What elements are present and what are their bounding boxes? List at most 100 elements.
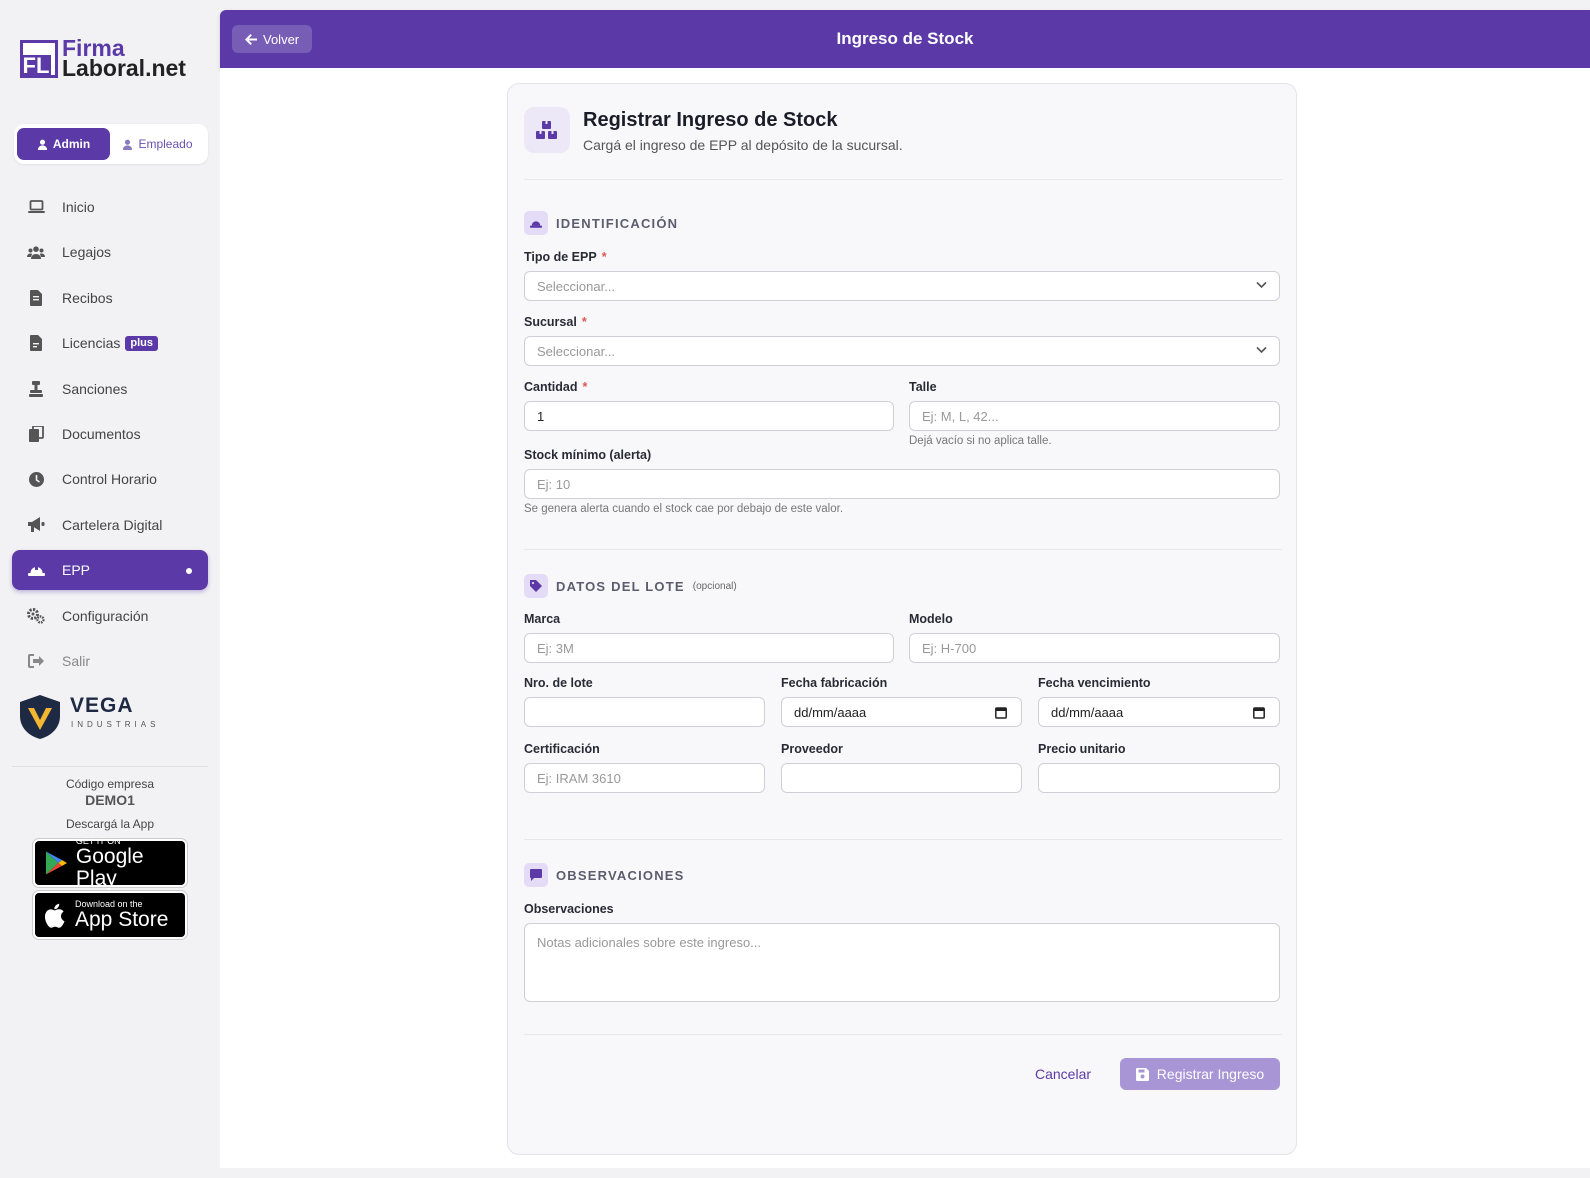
section-lote-header: DATOS DEL LOTE (opcional)	[524, 574, 737, 598]
nro-lote-input[interactable]	[524, 697, 765, 727]
observaciones-label: Observaciones	[524, 902, 614, 916]
logo-mark: FL	[20, 40, 58, 78]
talle-label: Talle	[909, 380, 937, 394]
proveedor-input[interactable]	[781, 763, 1022, 793]
stock-minimo-help: Se genera alerta cuando el stock cae por…	[524, 503, 844, 515]
sidebar-item-label: Configuración	[62, 607, 149, 624]
precio-unitario-label: Precio unitario	[1038, 742, 1126, 756]
sucursal-value: Seleccionar...	[537, 343, 616, 359]
company-logo-name: VEGA	[70, 694, 134, 717]
fecha-vencimiento-label: Fecha vencimiento	[1038, 676, 1151, 690]
app-store-badge[interactable]: Download on the App Store	[32, 890, 188, 940]
sidebar-item-label: EPP	[62, 562, 91, 579]
company-code: DEMO1	[85, 792, 135, 808]
user-icon	[37, 139, 47, 150]
certificacion-input[interactable]: Ej: IRAM 3610	[524, 763, 765, 793]
required-mark: *	[601, 250, 607, 264]
sidebar-divider	[12, 766, 208, 767]
sidebar-item-control-horario[interactable]: Control Horario	[12, 459, 208, 499]
sidebar-item-salir[interactable]: Salir	[12, 641, 208, 681]
stock-minimo-input[interactable]: Ej: 10	[524, 469, 1280, 499]
clock-icon	[27, 470, 45, 488]
logo-text-laboral: Laboral.net	[62, 55, 186, 81]
receipt-icon	[27, 289, 45, 307]
sidebar-item-label: Licencias	[62, 335, 121, 352]
gears-icon	[27, 607, 45, 625]
laptop-icon	[27, 198, 45, 216]
role-toggle: Admin Empleado	[14, 124, 208, 164]
section-observaciones-header: OBSERVACIONES	[524, 863, 685, 887]
sidebar-item-label: Documentos	[62, 425, 141, 442]
section-optional: (opcional)	[692, 580, 737, 592]
fecha-fabricacion-value: dd/mm/aaaa	[794, 704, 867, 720]
sucursal-label: Sucursal *	[524, 315, 587, 329]
talle-input[interactable]: Ej: M, L, 42...	[909, 401, 1280, 431]
talle-help: Dejá vacío si no aplica talle.	[909, 435, 1052, 447]
role-admin-button[interactable]: Admin	[17, 128, 110, 160]
company-logo-sub: INDUSTRIAS	[71, 720, 160, 729]
tipo-epp-label: Tipo de EPP *	[524, 250, 607, 264]
sidebar-item-recibos[interactable]: Recibos	[12, 278, 208, 318]
boxes-icon	[524, 107, 570, 153]
observaciones-textarea[interactable]: Notas adicionales sobre este ingreso...	[524, 923, 1280, 1002]
submit-button-label: Registrar Ingreso	[1156, 1066, 1265, 1082]
sidebar-item-label: Control Horario	[62, 471, 157, 488]
sucursal-select[interactable]: Seleccionar...	[524, 336, 1280, 366]
sidebar: FL Firma Laboral.net Admin Empleado Inic…	[0, 0, 220, 1178]
google-play-badge[interactable]: GET IT ON Google Play	[32, 836, 188, 890]
cancel-button[interactable]: Cancelar	[1035, 1066, 1091, 1082]
user-icon	[123, 139, 133, 150]
sidebar-item-legajos[interactable]: Legajos	[12, 232, 208, 272]
marca-input[interactable]: Ej: 3M	[524, 633, 894, 663]
certificacion-label: Certificación	[524, 742, 600, 756]
section-identificacion-header: IDENTIFICACIÓN	[524, 211, 678, 235]
fecha-fabricacion-input[interactable]: dd/mm/aaaa	[781, 697, 1022, 727]
hardhat-icon	[524, 211, 548, 235]
top-bar: Volver Ingreso de Stock	[220, 10, 1590, 68]
sidebar-item-label: Cartelera Digital	[62, 516, 163, 533]
sidebar-item-configuracion[interactable]: Configuración	[12, 596, 208, 636]
sidebar-nav: Inicio Legajos Recibos Licencias plus Sa…	[12, 187, 208, 686]
page-title: Ingreso de Stock	[836, 29, 974, 48]
cantidad-input[interactable]: 1	[524, 401, 894, 431]
sidebar-item-inicio[interactable]: Inicio	[12, 187, 208, 227]
megaphone-icon	[27, 516, 45, 534]
app-store-big: App Store	[75, 908, 169, 931]
required-mark: *	[582, 380, 588, 394]
modelo-input[interactable]: Ej: H-700	[909, 633, 1280, 663]
company-code-label: Código empresa	[65, 777, 155, 791]
signout-icon	[27, 652, 45, 670]
plus-badge: plus	[125, 335, 158, 351]
sidebar-item-sanciones[interactable]: Sanciones	[12, 369, 208, 409]
sidebar-item-documentos[interactable]: Documentos	[12, 414, 208, 454]
sidebar-item-licencias[interactable]: Licencias plus	[12, 323, 208, 363]
sidebar-item-label: Inicio	[62, 199, 95, 215]
comment-icon	[524, 863, 548, 887]
tag-icon	[524, 574, 548, 598]
sidebar-item-label: Legajos	[62, 244, 112, 261]
sidebar-item-epp[interactable]: EPP	[12, 550, 208, 591]
section-divider	[524, 839, 1282, 840]
sidebar-item-label: Recibos	[62, 289, 113, 306]
stock-minimo-label: Stock mínimo (alerta)	[524, 448, 652, 462]
section-divider	[524, 549, 1282, 550]
precio-unitario-input[interactable]	[1038, 763, 1280, 793]
calendar-icon	[995, 707, 1007, 719]
cantidad-label: Cantidad *	[524, 380, 588, 394]
role-employee-button[interactable]: Empleado	[110, 128, 205, 160]
apple-icon	[45, 903, 65, 928]
firmalaboral-logo[interactable]: FL Firma Laboral.net	[20, 36, 200, 84]
section-title: OBSERVACIONES	[556, 867, 685, 883]
submit-button[interactable]: Registrar Ingreso	[1120, 1058, 1280, 1090]
section-title: IDENTIFICACIÓN	[556, 215, 679, 231]
save-icon	[1135, 1067, 1149, 1081]
fecha-vencimiento-input[interactable]: dd/mm/aaaa	[1038, 697, 1280, 727]
fecha-fabricacion-label: Fecha fabricación	[781, 676, 888, 690]
fecha-vencimiento-value: dd/mm/aaaa	[1051, 704, 1124, 720]
role-admin-label: Admin	[52, 137, 91, 151]
role-employee-label: Empleado	[138, 137, 193, 151]
proveedor-label: Proveedor	[781, 742, 843, 756]
sidebar-item-cartelera[interactable]: Cartelera Digital	[12, 505, 208, 545]
tipo-epp-select[interactable]: Seleccionar...	[524, 271, 1280, 301]
file-icon	[27, 334, 45, 352]
